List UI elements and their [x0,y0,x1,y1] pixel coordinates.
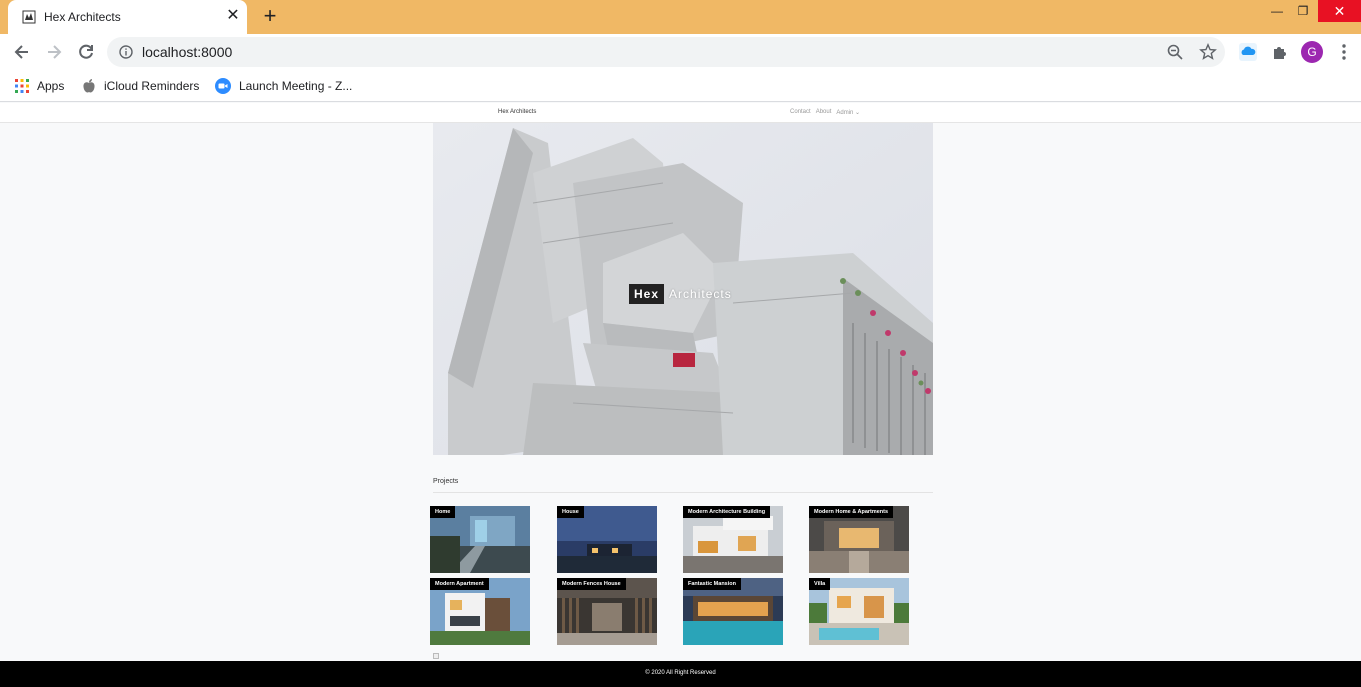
bookmarks-bar: Apps iCloud Reminders Launch Meeting - Z… [0,70,1361,102]
hero-title: Hex Architects [629,284,737,304]
projects-divider [433,492,933,493]
browser-menu-icon[interactable] [1336,42,1352,62]
project-card-fantastic-mansion[interactable]: Fantastic Mansion [683,578,783,645]
bookmark-label: iCloud Reminders [104,79,200,93]
project-card-house[interactable]: House [557,506,657,573]
browser-titlebar: Hex Architects ✕ + — ❐ ✕ [0,0,1361,34]
url-text[interactable]: localhost:8000 [142,44,232,60]
browser-toolbar: localhost:8000 G [0,34,1361,70]
nav-admin-dropdown[interactable]: Admin ⌄ [836,109,860,116]
project-label: Villa [809,578,831,590]
project-label: Modern Fences House [557,578,626,590]
site-navbar: Hex Architects Contact About Admin ⌄ [0,103,1361,123]
site-favicon-icon [22,10,36,24]
project-card-modern-home-apartments[interactable]: Modern Home & Apartments [809,506,909,573]
hero-title-hex: Hex [629,284,665,304]
tab-title: Hex Architects [44,10,121,24]
site-footer: © 2020 All Right Reserved [0,661,1361,687]
project-label: Modern Architecture Building [683,506,771,518]
site-info-icon[interactable] [119,45,133,59]
project-label: Fantastic Mansion [683,578,741,590]
zoom-video-icon [215,78,231,94]
browser-tab[interactable]: Hex Architects ✕ [8,0,247,34]
bookmark-label: Apps [37,79,65,93]
project-card-modern-fences-house[interactable]: Modern Fences House [557,578,657,645]
projects-heading: Projects [433,478,459,485]
nav-contact-link[interactable]: Contact [790,109,811,116]
site-nav-links: Contact About Admin ⌄ [790,109,860,116]
broken-image-icon [433,653,439,659]
project-card-home[interactable]: Home [430,506,530,573]
close-window-button[interactable]: ✕ [1318,0,1361,22]
bookmark-launch-meeting[interactable]: Launch Meeting - Z... [215,76,352,96]
bookmark-star-icon[interactable] [1199,43,1217,61]
project-label: Modern Apartment [430,578,489,590]
project-label: Home [430,506,456,518]
back-arrow-icon[interactable] [12,42,32,62]
bookmark-apps[interactable]: Apps [15,76,64,96]
bookmark-icloud-reminders[interactable]: iCloud Reminders [82,76,199,96]
hero-title-architects: Architects [669,287,732,301]
project-card-villa[interactable]: Villa [809,578,909,645]
zoom-out-icon[interactable] [1167,44,1183,60]
hero-banner: Hex Architects [433,123,933,455]
address-bar[interactable]: localhost:8000 [107,37,1225,67]
new-tab-button[interactable]: + [259,5,281,28]
footer-copyright: © 2020 All Right Reserved [645,670,716,676]
nav-about-link[interactable]: About [816,109,832,116]
tab-close-icon[interactable]: ✕ [224,7,242,25]
forward-arrow-icon[interactable] [44,42,64,62]
project-label: House [557,506,584,518]
project-card-modern-apartment[interactable]: Modern Apartment [430,578,530,645]
bookmark-label: Launch Meeting - Z... [239,79,353,93]
profile-avatar[interactable]: G [1301,41,1323,63]
site-brand-link[interactable]: Hex Architects [498,109,536,115]
extensions-puzzle-icon[interactable] [1271,43,1289,61]
apps-grid-icon [15,79,29,93]
cloud-extension-icon[interactable] [1239,43,1257,61]
project-card-modern-architecture-building[interactable]: Modern Architecture Building [683,506,783,573]
apple-icon [83,79,95,93]
restore-button[interactable]: ❐ [1286,0,1320,22]
reload-icon[interactable] [76,42,96,62]
project-label: Modern Home & Apartments [809,506,894,518]
